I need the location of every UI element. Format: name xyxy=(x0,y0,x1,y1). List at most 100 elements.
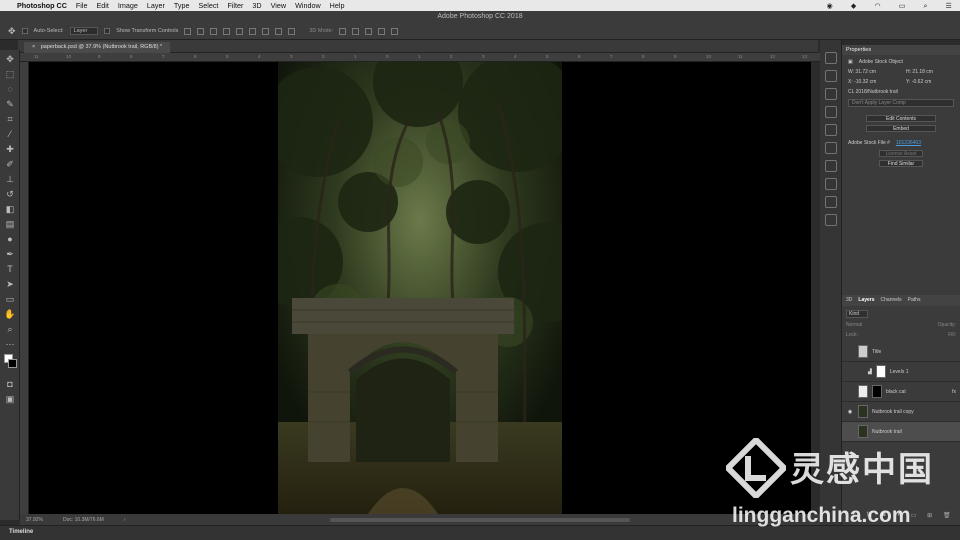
libraries-icon[interactable] xyxy=(825,178,837,190)
lasso-tool-icon[interactable]: ◌ xyxy=(4,83,16,95)
close-icon[interactable]: × xyxy=(32,44,35,50)
menu-view[interactable]: View xyxy=(271,1,286,10)
tab-3d[interactable]: 3D xyxy=(846,295,852,306)
tool-presets-icon[interactable] xyxy=(825,196,837,208)
tab-layers[interactable]: Layers xyxy=(858,295,874,306)
doc-size[interactable]: Doc: 10.3M/76.6M xyxy=(63,517,104,523)
background-color[interactable] xyxy=(8,359,17,368)
stock-file-link[interactable]: 101236463 xyxy=(896,140,921,146)
distribute-bottom-icon[interactable] xyxy=(288,27,296,35)
status-arrow-icon[interactable]: › xyxy=(124,517,126,523)
embed-button[interactable]: Embed xyxy=(866,125,936,132)
history-icon[interactable] xyxy=(825,52,837,64)
brush-settings-icon[interactable] xyxy=(825,70,837,82)
filter-kind-select[interactable]: Kind xyxy=(846,310,869,318)
marquee-tool-icon[interactable]: ⬚ xyxy=(4,68,16,80)
align-top-icon[interactable] xyxy=(184,27,192,35)
3d-pan-icon[interactable] xyxy=(365,27,373,35)
brush-tool-icon[interactable]: ✐ xyxy=(4,158,16,170)
pen-tool-icon[interactable]: ✒ xyxy=(4,248,16,260)
menu-window[interactable]: Window xyxy=(295,1,321,10)
document-tab[interactable]: × paperback.psd @ 37.9% (Nutbrook trail,… xyxy=(24,42,171,53)
distribute-middle-icon[interactable] xyxy=(275,27,283,35)
gradient-tool-icon[interactable]: ▤ xyxy=(4,218,16,230)
dropbox-icon[interactable]: ◆ xyxy=(851,1,857,11)
width-field[interactable]: W: 31.72 cm xyxy=(848,69,900,75)
align-center-icon[interactable] xyxy=(236,27,244,35)
eraser-tool-icon[interactable]: ◧ xyxy=(4,203,16,215)
blend-mode-select[interactable]: Normal xyxy=(846,322,862,328)
layer-row[interactable]: ▟ Levels 1 xyxy=(842,362,960,382)
3d-scale-icon[interactable] xyxy=(391,27,399,35)
move-tool-icon[interactable]: ✥ xyxy=(4,53,16,65)
clone-source-icon[interactable] xyxy=(825,88,837,100)
creative-cloud-icon[interactable]: ◉ xyxy=(827,1,833,11)
type-tool-icon[interactable]: T xyxy=(4,263,16,275)
menu-edit[interactable]: Edit xyxy=(97,1,109,10)
canvas-image[interactable] xyxy=(278,62,562,514)
menu-3d[interactable]: 3D xyxy=(252,1,261,10)
fx-icon[interactable]: fx xyxy=(952,389,956,395)
height-field[interactable]: H: 21.18 cm xyxy=(906,69,933,75)
distribute-top-icon[interactable] xyxy=(262,27,270,35)
align-bottom-icon[interactable] xyxy=(210,27,218,35)
history-brush-icon[interactable]: ↺ xyxy=(4,188,16,200)
layer-name[interactable]: Title xyxy=(872,349,881,355)
healing-brush-icon[interactable]: ✚ xyxy=(4,143,16,155)
search-icon[interactable]: ⌕ xyxy=(924,1,928,11)
wifi-icon[interactable]: ◠ xyxy=(874,1,880,11)
stamp-tool-icon[interactable]: ⊥ xyxy=(4,173,16,185)
move-tool-icon[interactable]: ✥ xyxy=(8,26,16,37)
crop-tool-icon[interactable]: ⌗ xyxy=(4,113,16,125)
tab-channels[interactable]: Channels xyxy=(881,295,902,306)
x-field[interactable]: X: -10.32 cm xyxy=(848,79,900,85)
layer-comp-select[interactable]: Don't Apply Layer Comp xyxy=(848,99,954,107)
horizontal-scrollbar[interactable] xyxy=(330,517,630,522)
more-tools-icon[interactable]: ⋯ xyxy=(4,338,16,350)
menu-app[interactable]: Photoshop CC xyxy=(17,1,67,10)
adjustments-icon[interactable] xyxy=(825,106,837,118)
visibility-on-icon[interactable]: ◉ xyxy=(846,409,854,415)
3d-slide-icon[interactable] xyxy=(378,27,386,35)
transform-checkbox[interactable] xyxy=(104,28,111,34)
path-select-icon[interactable]: ➤ xyxy=(4,278,16,290)
layer-name[interactable]: Nutbrook trail copy xyxy=(872,409,914,415)
3d-rotate-icon[interactable] xyxy=(339,27,347,35)
color-swatches[interactable] xyxy=(3,354,17,374)
character-icon[interactable] xyxy=(825,124,837,136)
align-middle-icon[interactable] xyxy=(197,27,205,35)
quick-select-tool-icon[interactable]: ✎ xyxy=(4,98,16,110)
battery-icon[interactable]: ▭ xyxy=(899,1,906,11)
menu-file[interactable]: File xyxy=(76,1,88,10)
eyedropper-tool-icon[interactable]: ⁄ xyxy=(4,128,16,140)
auto-select-dropdown[interactable]: Layer xyxy=(69,27,99,35)
align-left-icon[interactable] xyxy=(223,27,231,35)
quick-mask-icon[interactable]: ◘ xyxy=(4,378,16,390)
layer-row[interactable]: ◉ Nutbrook trail copy xyxy=(842,402,960,422)
layer-name[interactable]: black cat xyxy=(886,389,906,395)
screen-mode-icon[interactable]: ▣ xyxy=(4,393,16,405)
tab-paths[interactable]: Paths xyxy=(908,295,921,306)
layer-name[interactable]: Nutbrook trail xyxy=(872,429,902,435)
hand-tool-icon[interactable]: ✋ xyxy=(4,308,16,320)
layer-name[interactable]: Levels 1 xyxy=(890,369,909,375)
menu-list-icon[interactable]: ☰ xyxy=(946,1,952,11)
shape-tool-icon[interactable]: ▭ xyxy=(4,293,16,305)
3d-materials-icon[interactable] xyxy=(825,214,837,226)
menu-help[interactable]: Help xyxy=(330,1,345,10)
align-right-icon[interactable] xyxy=(249,27,257,35)
menu-filter[interactable]: Filter xyxy=(227,1,243,10)
menu-select[interactable]: Select xyxy=(198,1,218,10)
dodge-tool-icon[interactable]: ● xyxy=(4,233,16,245)
zoom-tool-icon[interactable]: ⌕ xyxy=(4,323,16,335)
layer-row[interactable]: Title xyxy=(842,342,960,362)
layer-row[interactable]: black cat fx xyxy=(842,382,960,402)
y-field[interactable]: Y: -0.62 cm xyxy=(906,79,931,85)
zoom-level[interactable]: 37.92% xyxy=(26,517,43,523)
properties-icon[interactable] xyxy=(825,160,837,172)
menu-image[interactable]: Image xyxy=(118,1,138,10)
paragraph-icon[interactable] xyxy=(825,142,837,154)
3d-roll-icon[interactable] xyxy=(352,27,360,35)
menu-layer[interactable]: Layer xyxy=(147,1,165,10)
license-asset-button[interactable]: License Asset xyxy=(879,150,923,157)
